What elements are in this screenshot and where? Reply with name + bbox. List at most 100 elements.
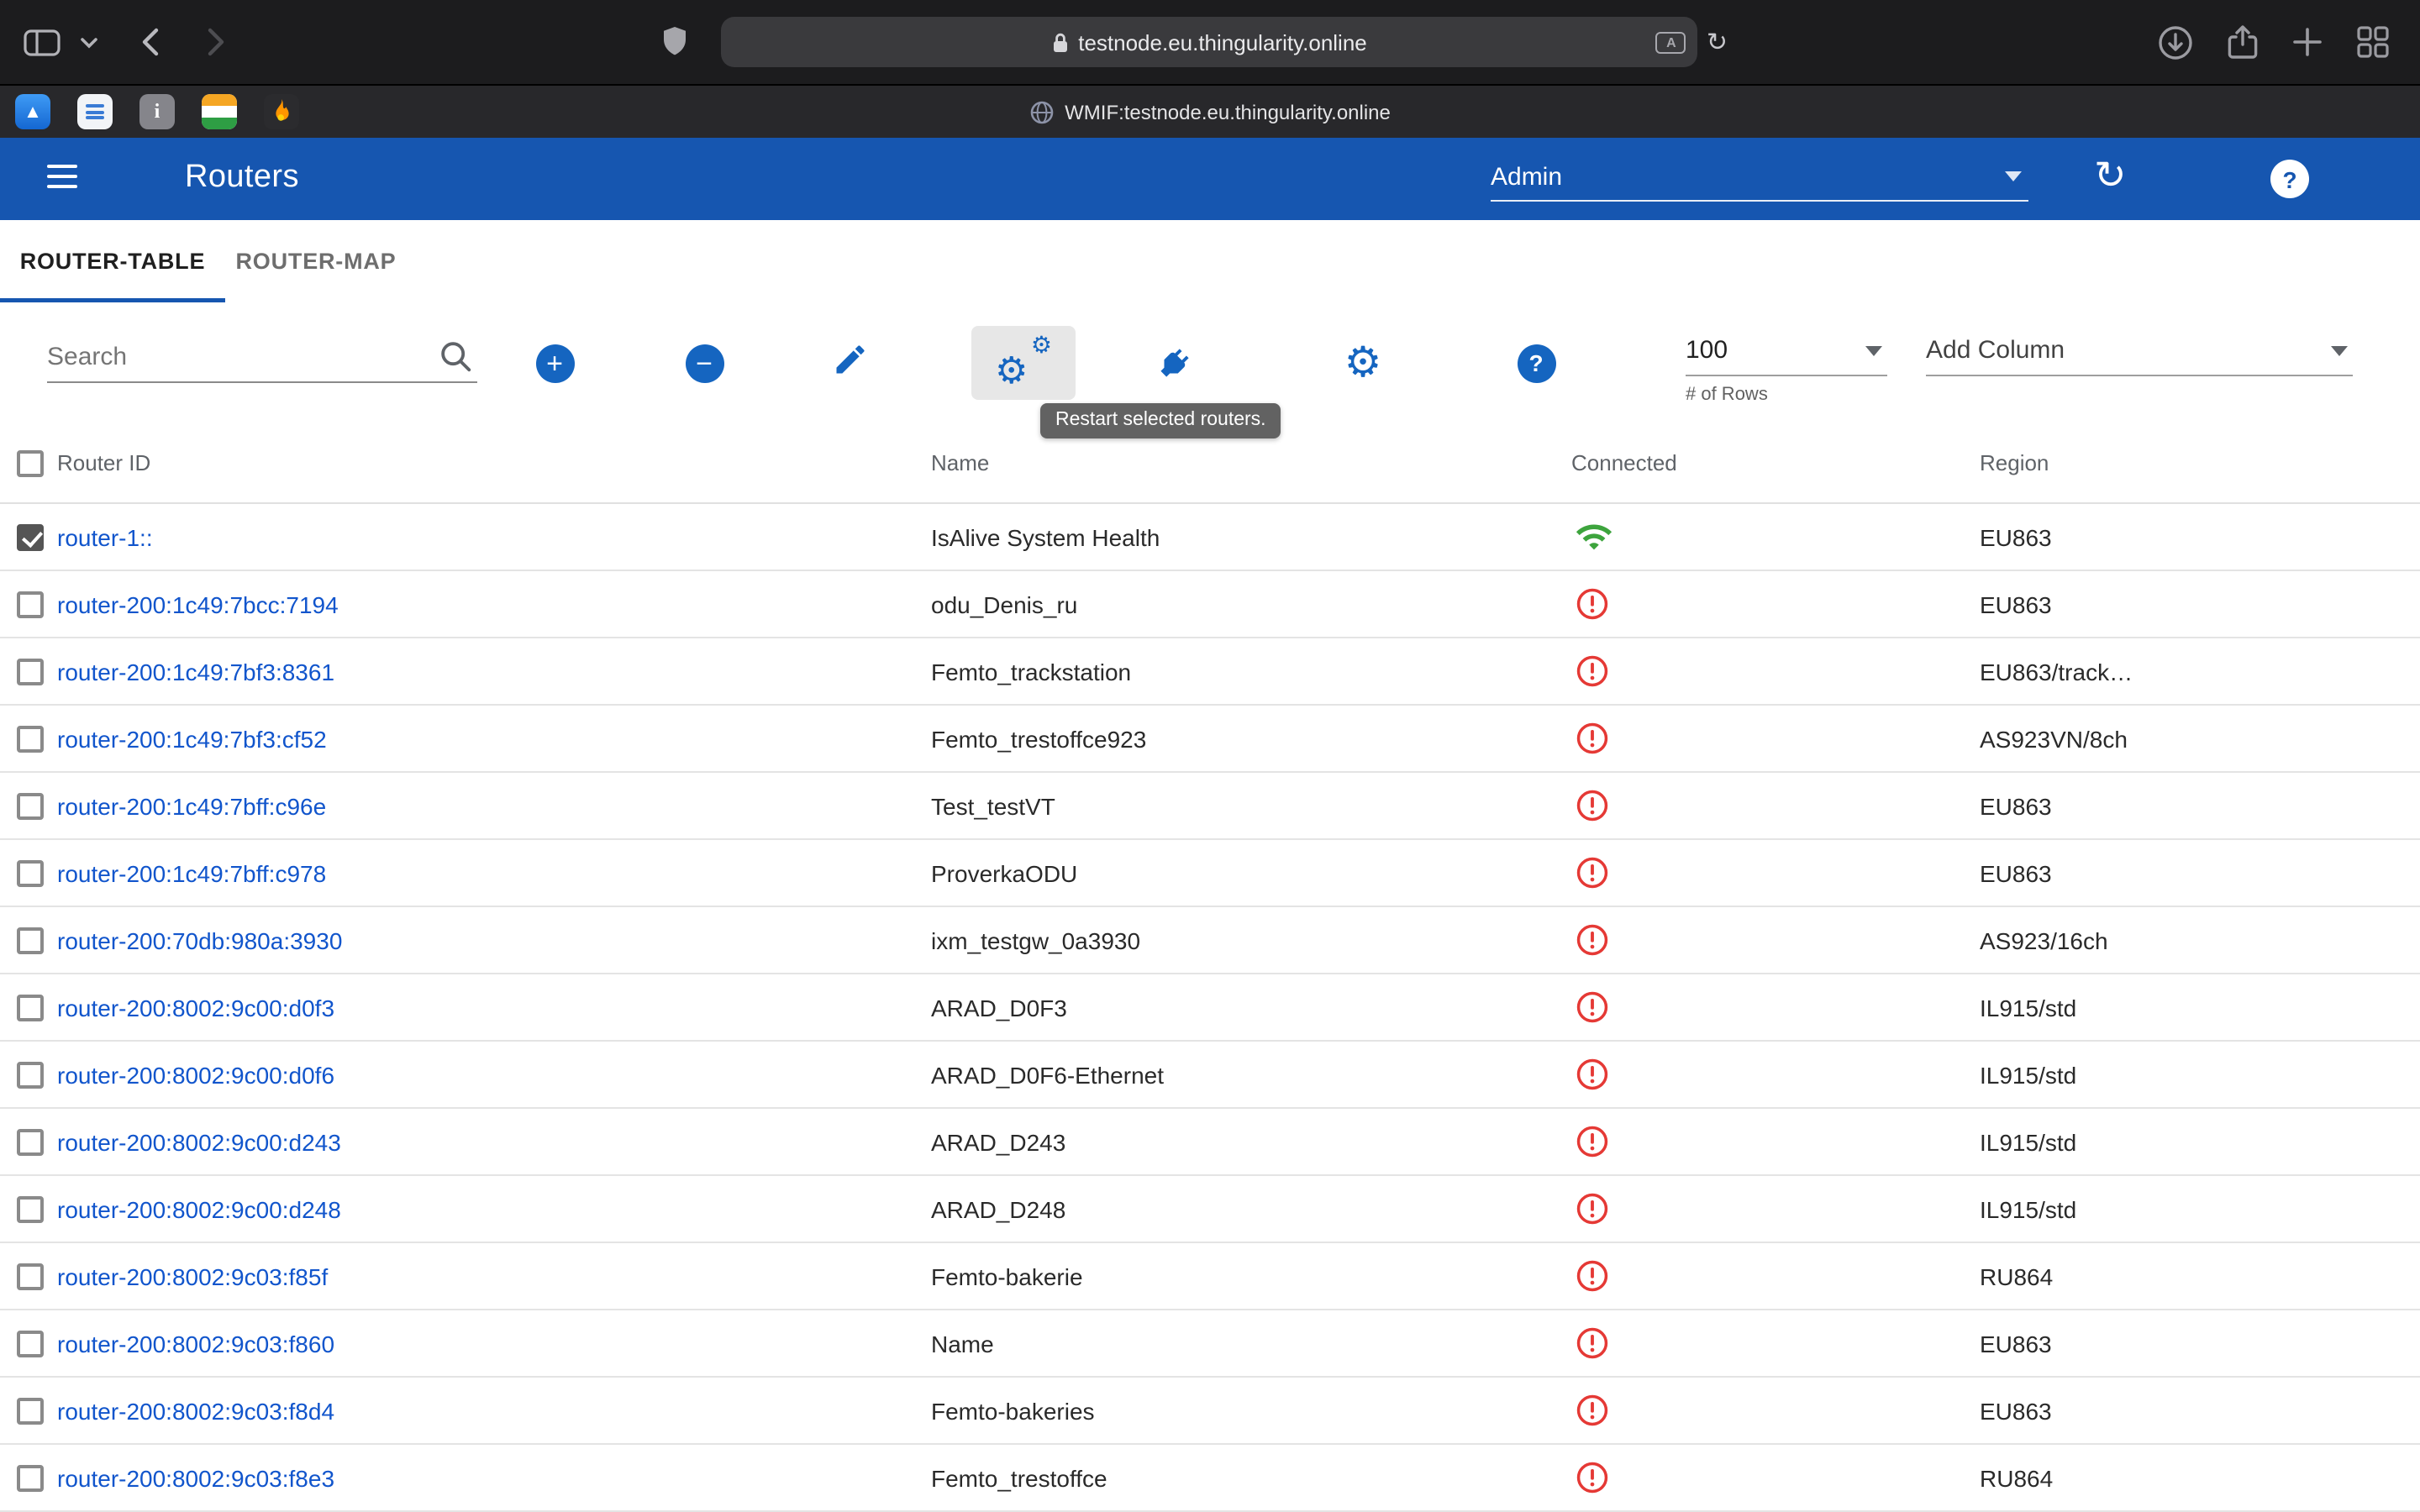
table-toolbar: + − ⚙ ⚙ ⚙ ? Restart selected routers (0, 302, 2420, 423)
sidebar-toggle-icon[interactable] (24, 28, 60, 56)
browser-titlebar: testnode.eu.thingularity.online A ↻ (0, 0, 2420, 84)
router-table: Router ID Name Connected Region router-1… (0, 423, 2420, 1512)
table-row: router-200:1c49:7bf3:8361 Femto_tracksta… (0, 638, 2420, 706)
router-name: ARAD_D248 (931, 1176, 1065, 1242)
favicon-app-icon[interactable]: ▲ (15, 94, 50, 129)
tab-router-table[interactable]: ROUTER-TABLE (0, 220, 225, 302)
router-id-link[interactable]: router-200:1c49:7bcc:7194 (57, 591, 339, 617)
wifi-icon (1575, 517, 1613, 556)
router-id-link[interactable]: router-200:1c49:7bf3:cf52 (57, 725, 327, 752)
url-bar[interactable]: testnode.eu.thingularity.online (721, 17, 1697, 67)
column-header-connected[interactable]: Connected (1571, 423, 1677, 502)
router-id-link[interactable]: router-200:8002:9c00:d248 (57, 1195, 341, 1222)
add-column-select[interactable]: Add Column (1926, 326, 2353, 376)
column-header-name[interactable]: Name (931, 423, 989, 502)
table-row: router-200:8002:9c03:f8e3 Femto_trestoff… (0, 1445, 2420, 1512)
select-all-checkbox[interactable] (17, 449, 44, 476)
active-favorite[interactable]: WMIF:testnode.eu.thingularity.online (1029, 100, 1391, 123)
router-name: odu_Denis_ru (931, 571, 1077, 637)
add-router-button[interactable]: + (514, 326, 595, 400)
router-id-link[interactable]: router-200:8002:9c03:f85f (57, 1263, 328, 1289)
tab-router-map[interactable]: ROUTER-MAP (225, 220, 407, 302)
new-tab-icon[interactable] (2292, 27, 2323, 57)
favorite-label: WMIF:testnode.eu.thingularity.online (1065, 100, 1391, 123)
chevron-down-icon (1865, 345, 1882, 355)
router-id-link[interactable]: router-200:70db:980a:3930 (57, 927, 342, 953)
table-row: router-200:8002:9c03:f8d4 Femto-bakeries… (0, 1378, 2420, 1445)
search-icon (439, 339, 474, 383)
help-button[interactable]: ? (2270, 160, 2309, 198)
row-checkbox[interactable] (17, 1195, 44, 1222)
row-checkbox[interactable] (17, 725, 44, 752)
router-id-link[interactable]: router-200:1c49:7bff:c978 (57, 859, 326, 886)
table-row: router-200:8002:9c03:f85f Femto-bakerie … (0, 1243, 2420, 1310)
router-region: EU863 (1980, 571, 2052, 637)
pencil-icon (832, 340, 869, 386)
row-checkbox[interactable] (17, 658, 44, 685)
row-checkbox[interactable] (17, 1464, 44, 1491)
favicon-info-icon[interactable]: i (139, 94, 175, 129)
favicon-flag-icon[interactable] (202, 94, 237, 129)
row-checkbox[interactable] (17, 859, 44, 886)
router-id-link[interactable]: router-200:8002:9c03:f8d4 (57, 1397, 334, 1424)
row-checkbox[interactable] (17, 792, 44, 819)
router-id-link[interactable]: router-200:8002:9c03:f860 (57, 1330, 334, 1357)
row-checkbox[interactable] (17, 1263, 44, 1289)
alert-icon (1575, 1258, 1610, 1294)
router-name: Femto-bakerie (931, 1243, 1083, 1309)
router-id-link[interactable]: router-200:8002:9c00:d0f6 (57, 1061, 334, 1088)
alert-icon (1575, 721, 1610, 756)
favicon-flame-icon[interactable] (264, 94, 299, 129)
row-checkbox[interactable] (17, 994, 44, 1021)
search-field[interactable] (47, 333, 477, 383)
user-role-select[interactable]: Admin (1491, 153, 2028, 202)
router-id-link[interactable]: router-200:8002:9c00:d243 (57, 1128, 341, 1155)
url-text: testnode.eu.thingularity.online (1078, 29, 1367, 55)
remove-router-button[interactable]: − (664, 326, 744, 400)
rows-per-page-label: # of Rows (1686, 385, 1887, 405)
reload-icon[interactable]: ↻ (1707, 27, 1728, 57)
connect-router-button[interactable] (1133, 326, 1213, 400)
share-icon[interactable] (2227, 24, 2259, 60)
router-name: ARAD_D0F6-Ethernet (931, 1042, 1164, 1107)
alert-icon (1575, 1393, 1610, 1428)
chevron-down-icon (2331, 345, 2348, 355)
router-name: Femto-bakeries (931, 1378, 1095, 1443)
router-id-link[interactable]: router-200:8002:9c03:f8e3 (57, 1464, 334, 1491)
rows-per-page-select[interactable]: 100 # of Rows (1686, 326, 1887, 405)
menu-icon[interactable] (47, 165, 77, 195)
router-name: Femto_trackstation (931, 638, 1131, 704)
refresh-button[interactable]: ↻ (2094, 153, 2127, 198)
router-region: EU863 (1980, 1378, 2052, 1443)
settings-button[interactable]: ⚙ (1323, 326, 1403, 400)
column-header-router-id[interactable]: Router ID (57, 423, 150, 502)
row-checkbox[interactable] (17, 1397, 44, 1424)
favicon-document-icon[interactable] (77, 94, 113, 129)
table-row: router-200:1c49:7bff:c96e Test_testVT EU… (0, 773, 2420, 840)
column-header-region[interactable]: Region (1980, 423, 2049, 502)
router-id-link[interactable]: router-200:1c49:7bff:c96e (57, 792, 326, 819)
router-region: IL915/std (1980, 1109, 2076, 1174)
router-id-link[interactable]: router-200:1c49:7bf3:8361 (57, 658, 334, 685)
row-checkbox[interactable] (17, 927, 44, 953)
alert-icon (1575, 1460, 1610, 1495)
back-button[interactable] (141, 27, 160, 57)
router-id-link[interactable]: router-200:8002:9c00:d0f3 (57, 994, 334, 1021)
sidebar-chevron-icon[interactable] (81, 36, 97, 48)
router-id-link[interactable]: router-1:: (57, 523, 153, 550)
row-checkbox[interactable] (17, 1061, 44, 1088)
privacy-shield-icon[interactable] (662, 25, 687, 57)
translate-icon[interactable]: A (1656, 31, 1686, 53)
search-input[interactable] (47, 333, 417, 380)
row-checkbox[interactable] (17, 591, 44, 617)
row-checkbox[interactable] (17, 523, 44, 550)
toolbar-help-button[interactable]: ? (1496, 326, 1576, 400)
tab-overview-icon[interactable] (2356, 25, 2390, 59)
restart-routers-button[interactable]: ⚙ ⚙ (971, 326, 1076, 400)
lock-icon (1051, 31, 1068, 53)
downloads-icon[interactable] (2158, 24, 2193, 60)
edit-router-button[interactable] (810, 326, 891, 400)
forward-button[interactable] (207, 27, 225, 57)
row-checkbox[interactable] (17, 1128, 44, 1155)
row-checkbox[interactable] (17, 1330, 44, 1357)
